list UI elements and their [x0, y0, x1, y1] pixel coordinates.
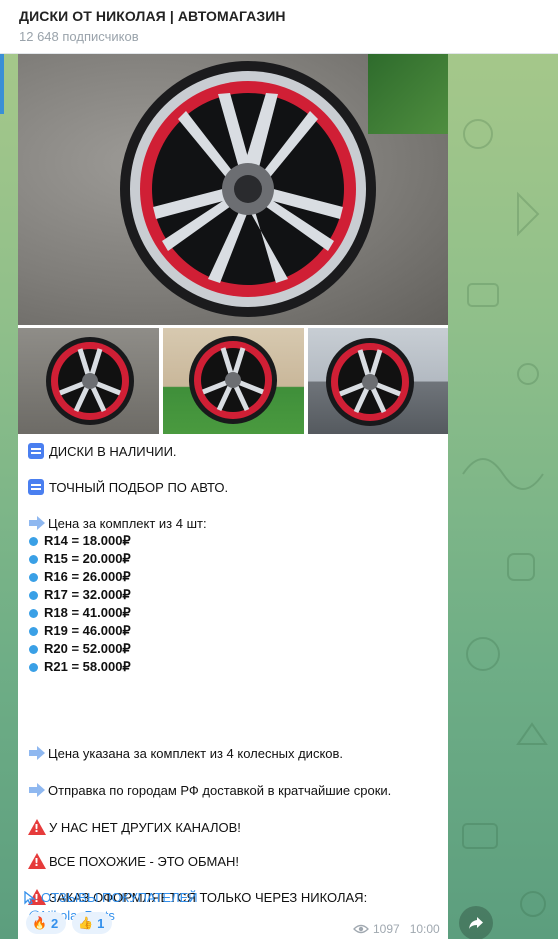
price-note-text: Цена указана за комплект из 4 колесных д… [48, 745, 344, 761]
fitment-text: ТОЧНЫЙ ПОДБОР ПО АВТО. [49, 479, 229, 495]
wheel-icon [326, 338, 414, 426]
price-text: R19 = 46.000₽ [44, 623, 131, 638]
wallpaper-pattern [462, 119, 548, 917]
blue-dot-icon [29, 590, 38, 600]
blue-dot-icon [29, 554, 38, 564]
eye-icon [353, 924, 369, 934]
price-text: R14 = 18.000₽ [44, 533, 131, 548]
fitment-line: ТОЧНЫЙ ПОДБОР ПО АВТО. [28, 478, 228, 496]
chat-header[interactable]: ДИСКИ ОТ НИКОЛАЯ | АВТОМАГАЗИН 12 648 по… [0, 0, 558, 54]
reviews-link[interactable]: ОТЗЫВЫ ПОКУПАТЕЛЕЙ [23, 890, 198, 905]
forward-arrow-icon [469, 917, 483, 929]
reactions-bar: 🔥 2 👍 1 [26, 912, 118, 934]
wheel-icon [46, 337, 134, 425]
price-text: R17 = 32.000₽ [44, 587, 131, 602]
price-text: R15 = 20.000₽ [44, 551, 131, 566]
forward-button[interactable] [459, 906, 493, 939]
selection-indicator [0, 54, 4, 114]
price-heading-text: Цена за комплект из 4 шт: [48, 515, 207, 531]
warning-text: У НАС НЕТ ДРУГИХ КАНАЛОВ! [49, 819, 241, 835]
channel-title: ДИСКИ ОТ НИКОЛАЯ | АВТОМАГАЗИН [19, 8, 286, 24]
blue-dot-icon [29, 608, 38, 618]
arrow-right-icon [28, 746, 46, 760]
reaction-count: 2 [50, 915, 59, 931]
thumb-1[interactable] [18, 328, 159, 434]
list-item: R20 = 52.000₽ [28, 640, 131, 658]
list-emoji-icon [28, 479, 44, 495]
thumb-3[interactable] [308, 328, 448, 434]
price-note-line: Цена указана за комплект из 4 колесных д… [28, 744, 343, 762]
thumbs-up-icon: 👍 [78, 916, 94, 930]
list-item: R19 = 46.000₽ [28, 622, 131, 640]
price-text: R21 = 58.000₽ [44, 659, 131, 674]
list-item: R17 = 32.000₽ [28, 586, 131, 604]
list-emoji-icon [28, 443, 44, 459]
reaction-count: 1 [97, 915, 105, 931]
price-heading-line: Цена за комплект из 4 шт: [28, 514, 207, 532]
photo-thumbnails [18, 328, 448, 434]
shipping-text: Отправка по городам РФ доставкой в кратч… [48, 782, 392, 798]
reaction-fire[interactable]: 🔥 2 [26, 912, 67, 934]
price-text: R18 = 41.000₽ [44, 605, 131, 620]
main-wheel-photo[interactable] [18, 54, 448, 325]
warning-line: У НАС НЕТ ДРУГИХ КАНАЛОВ! [28, 818, 241, 836]
list-item: R14 = 18.000₽ [28, 532, 131, 550]
fire-icon: 🔥 [32, 916, 47, 930]
in-stock-line: ДИСКИ В НАЛИЧИИ. [28, 442, 177, 460]
subscriber-count: 12 648 подписчиков [19, 29, 139, 44]
warning-icon [28, 819, 46, 835]
reviews-link-text: ОТЗЫВЫ ПОКУПАТЕЛЕЙ [41, 890, 198, 905]
blue-dot-icon [29, 662, 38, 672]
list-item: R16 = 26.000₽ [28, 568, 131, 586]
blue-dot-icon [29, 572, 38, 582]
arrow-right-icon [28, 516, 46, 530]
list-item: R18 = 41.000₽ [28, 604, 131, 622]
in-stock-text: ДИСКИ В НАЛИЧИИ. [49, 443, 177, 459]
shipping-line: Отправка по городам РФ доставкой в кратч… [28, 781, 391, 799]
list-item: R15 = 20.000₽ [28, 550, 131, 568]
thumb-2[interactable] [163, 328, 304, 434]
warning-icon [28, 853, 46, 869]
view-count: 1097 [373, 922, 400, 936]
blue-dot-icon [29, 626, 38, 636]
warning-line: ВСЕ ПОХОЖИЕ - ЭТО ОБМАН! [28, 852, 239, 870]
arrow-right-icon [28, 783, 46, 797]
cursor-icon [24, 890, 36, 905]
price-text: R16 = 26.000₽ [44, 569, 131, 584]
warning-text: ВСЕ ПОХОЖИЕ - ЭТО ОБМАН! [49, 853, 239, 869]
list-item: R21 = 58.000₽ [28, 658, 131, 676]
wheel-icon [189, 336, 277, 424]
message-bubble: ДИСКИ В НАЛИЧИИ. ТОЧНЫЙ ПОДБОР ПО АВТО. … [18, 54, 448, 939]
message-time: 10:00 [409, 922, 440, 936]
blue-dot-icon [29, 536, 38, 546]
message-meta: 1097 10:00 [353, 922, 440, 936]
price-text: R20 = 52.000₽ [44, 641, 131, 656]
reaction-thumbs-up[interactable]: 👍 1 [72, 912, 113, 934]
blue-dot-icon [29, 644, 38, 654]
wheel-icon [120, 61, 376, 317]
